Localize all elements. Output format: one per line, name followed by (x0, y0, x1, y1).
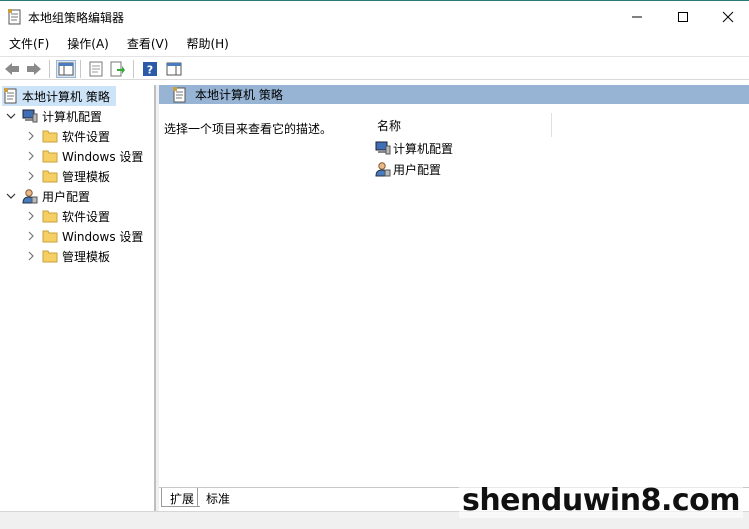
menu-file[interactable]: 文件(F) (0, 33, 58, 55)
minimize-icon (632, 16, 642, 17)
toolbar-separator (133, 60, 134, 78)
tree-item-computer-configuration[interactable]: 计算机配置 (6, 106, 102, 126)
export-list-button[interactable] (108, 60, 128, 78)
maximize-button[interactable] (660, 1, 706, 32)
title-bar[interactable]: 本地组策略编辑器 (0, 0, 749, 32)
items-list[interactable]: 名称 计算机配置 用户配置 (363, 107, 749, 487)
column-header-name[interactable]: 名称 (377, 117, 401, 134)
folder-icon (42, 230, 58, 243)
tree-item-label: 本地计算机 策略 (22, 89, 110, 104)
toolbar-separator (49, 60, 50, 78)
tree-item-software-settings[interactable]: 软件设置 (26, 206, 110, 226)
help-button[interactable]: ? (140, 60, 160, 78)
tree-item-label: 计算机配置 (42, 109, 103, 124)
forward-button[interactable] (24, 60, 44, 78)
tree-item-label: 管理模板 (62, 249, 111, 264)
folder-icon (42, 210, 58, 223)
policy-document-icon (8, 9, 22, 25)
policy-document-icon (4, 88, 17, 104)
export-list-icon (110, 61, 125, 77)
tree-item-label: Windows 设置 (62, 229, 144, 244)
show-hide-action-pane-icon (166, 62, 182, 76)
forward-arrow-icon (27, 63, 41, 75)
menu-action[interactable]: 操作(A) (58, 33, 118, 55)
list-item-computer-configuration[interactable]: 计算机配置 (375, 139, 453, 157)
tab-standard[interactable]: 标准 (197, 488, 236, 507)
list-item-label: 计算机配置 (393, 141, 454, 156)
show-hide-console-tree-icon (58, 62, 74, 76)
tree-item-label: 管理模板 (62, 169, 111, 184)
tree-item-windows-settings[interactable]: Windows 设置 (26, 226, 143, 246)
user-icon (22, 189, 38, 204)
computer-icon (22, 109, 38, 123)
details-header: 本地计算机 策略 (159, 85, 749, 104)
description-text: 选择一个项目来查看它的描述。 (164, 122, 333, 136)
chevron-right-icon[interactable] (26, 151, 36, 161)
tree-item-label: 软件设置 (62, 129, 111, 144)
minimize-button[interactable] (614, 1, 660, 32)
tree-item-software-settings[interactable]: 软件设置 (26, 126, 110, 146)
computer-icon (375, 141, 391, 155)
chevron-down-icon[interactable] (6, 191, 16, 201)
tree-item-label: 用户配置 (42, 189, 91, 204)
back-arrow-icon (5, 63, 19, 75)
user-icon (375, 162, 391, 177)
tree-item-label: 软件设置 (62, 209, 111, 224)
tree-item-user-configuration[interactable]: 用户配置 (6, 186, 90, 206)
tree-item-local-computer-policy[interactable]: 本地计算机 策略 (2, 86, 116, 106)
folder-icon (42, 130, 58, 143)
show-hide-console-tree-button[interactable] (56, 60, 76, 78)
chevron-down-icon[interactable] (6, 111, 16, 121)
menu-view[interactable]: 查看(V) (118, 33, 178, 55)
chevron-right-icon[interactable] (26, 211, 36, 221)
maximize-icon (678, 11, 688, 22)
details-title: 本地计算机 策略 (195, 88, 283, 102)
toolbar: ? (0, 56, 749, 80)
watermark-text: shenduwin8.com (458, 484, 743, 518)
list-item-user-configuration[interactable]: 用户配置 (375, 160, 441, 178)
svg-text:?: ? (147, 64, 153, 77)
menu-bar: 文件(F) 操作(A) 查看(V) 帮助(H) (0, 33, 749, 55)
tree-item-windows-settings[interactable]: Windows 设置 (26, 146, 143, 166)
console-tree[interactable]: 本地计算机 策略 计算机配置 软件设置 Windows 设置 管理模板 用户配置… (0, 85, 156, 511)
folder-icon (42, 150, 58, 163)
folder-icon (42, 250, 58, 263)
show-hide-action-pane-button[interactable] (164, 60, 184, 78)
chevron-right-icon[interactable] (26, 231, 36, 241)
back-button[interactable] (2, 60, 22, 78)
policy-document-icon (173, 86, 186, 102)
column-divider[interactable] (551, 113, 552, 137)
tab-extended[interactable]: 扩展 (161, 488, 201, 507)
details-pane: 本地计算机 策略 选择一个项目来查看它的描述。 名称 计算机配置 用户配置 (159, 85, 749, 511)
help-icon: ? (143, 62, 157, 77)
list-item-label: 用户配置 (393, 162, 442, 177)
folder-icon (42, 170, 58, 183)
menu-help[interactable]: 帮助(H) (177, 33, 237, 55)
tree-item-administrative-templates[interactable]: 管理模板 (26, 246, 110, 266)
window-title: 本地组策略编辑器 (28, 11, 125, 25)
tree-item-label: Windows 设置 (62, 149, 144, 164)
chevron-right-icon[interactable] (26, 131, 36, 141)
properties-icon (89, 61, 103, 77)
chevron-right-icon[interactable] (26, 251, 36, 261)
properties-button[interactable] (86, 60, 106, 78)
toolbar-separator (80, 60, 81, 78)
close-icon (722, 11, 734, 22)
chevron-right-icon[interactable] (26, 171, 36, 181)
close-button[interactable] (705, 1, 749, 32)
tree-item-administrative-templates[interactable]: 管理模板 (26, 166, 110, 186)
